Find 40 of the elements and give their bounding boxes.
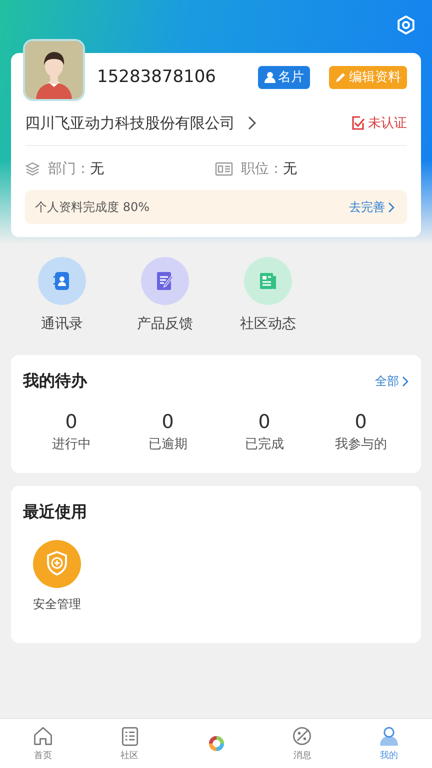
stat-item[interactable]: 0 进行中 [23, 411, 120, 453]
checkbox-icon [351, 116, 365, 130]
stat-item[interactable]: 0 已完成 [216, 411, 312, 453]
person-icon [378, 725, 400, 747]
contact-book-icon [38, 257, 86, 305]
shortcut-item[interactable]: 社区动态 [217, 257, 319, 355]
complete-profile-link[interactable]: 去完善 [349, 198, 395, 216]
chevron-right-icon [402, 376, 409, 386]
verification-status: 未认证 [368, 115, 407, 132]
id-card-icon [215, 162, 233, 176]
shortcut-item[interactable]: 产品反馈 [114, 257, 216, 355]
field-label: 部门： [48, 160, 90, 178]
person-icon [264, 71, 276, 83]
app-item[interactable]: 安全管理 [23, 540, 91, 613]
logo-icon[interactable] [208, 735, 225, 752]
shortcut-item[interactable]: 通讯录 [11, 257, 113, 355]
nav-tab[interactable]: 社区 [86, 719, 173, 768]
field-label: 职位： [241, 160, 283, 178]
chevron-right-icon[interactable] [247, 115, 257, 131]
settings-icon[interactable] [396, 15, 416, 35]
section-title: 我的待办 [23, 370, 87, 392]
company-link[interactable]: 四川飞亚动力科技股份有限公司 [25, 114, 235, 132]
nav-tab[interactable]: 消息 [259, 719, 346, 768]
pencil-icon [335, 71, 347, 83]
view-all-link[interactable]: 全部 [375, 372, 409, 390]
section-title: 最近使用 [23, 502, 87, 522]
shield-icon [33, 540, 81, 588]
chevron-right-icon [388, 202, 395, 212]
stat-item[interactable]: 0 我参与的 [312, 411, 409, 453]
newspaper-icon [244, 257, 292, 305]
home-icon [32, 725, 54, 747]
nav-tab[interactable]: 首页 [0, 719, 86, 768]
field-value: 无 [283, 160, 297, 178]
business-card-button[interactable]: 名片 [258, 66, 310, 88]
field-value: 无 [90, 160, 104, 178]
note-pen-icon [141, 257, 189, 305]
phone-number: 15283878106 [97, 67, 216, 87]
completion-text: 个人资料完成度 80% [35, 198, 150, 216]
stat-item[interactable]: 0 已逾期 [120, 411, 216, 453]
layers-icon [25, 162, 40, 176]
